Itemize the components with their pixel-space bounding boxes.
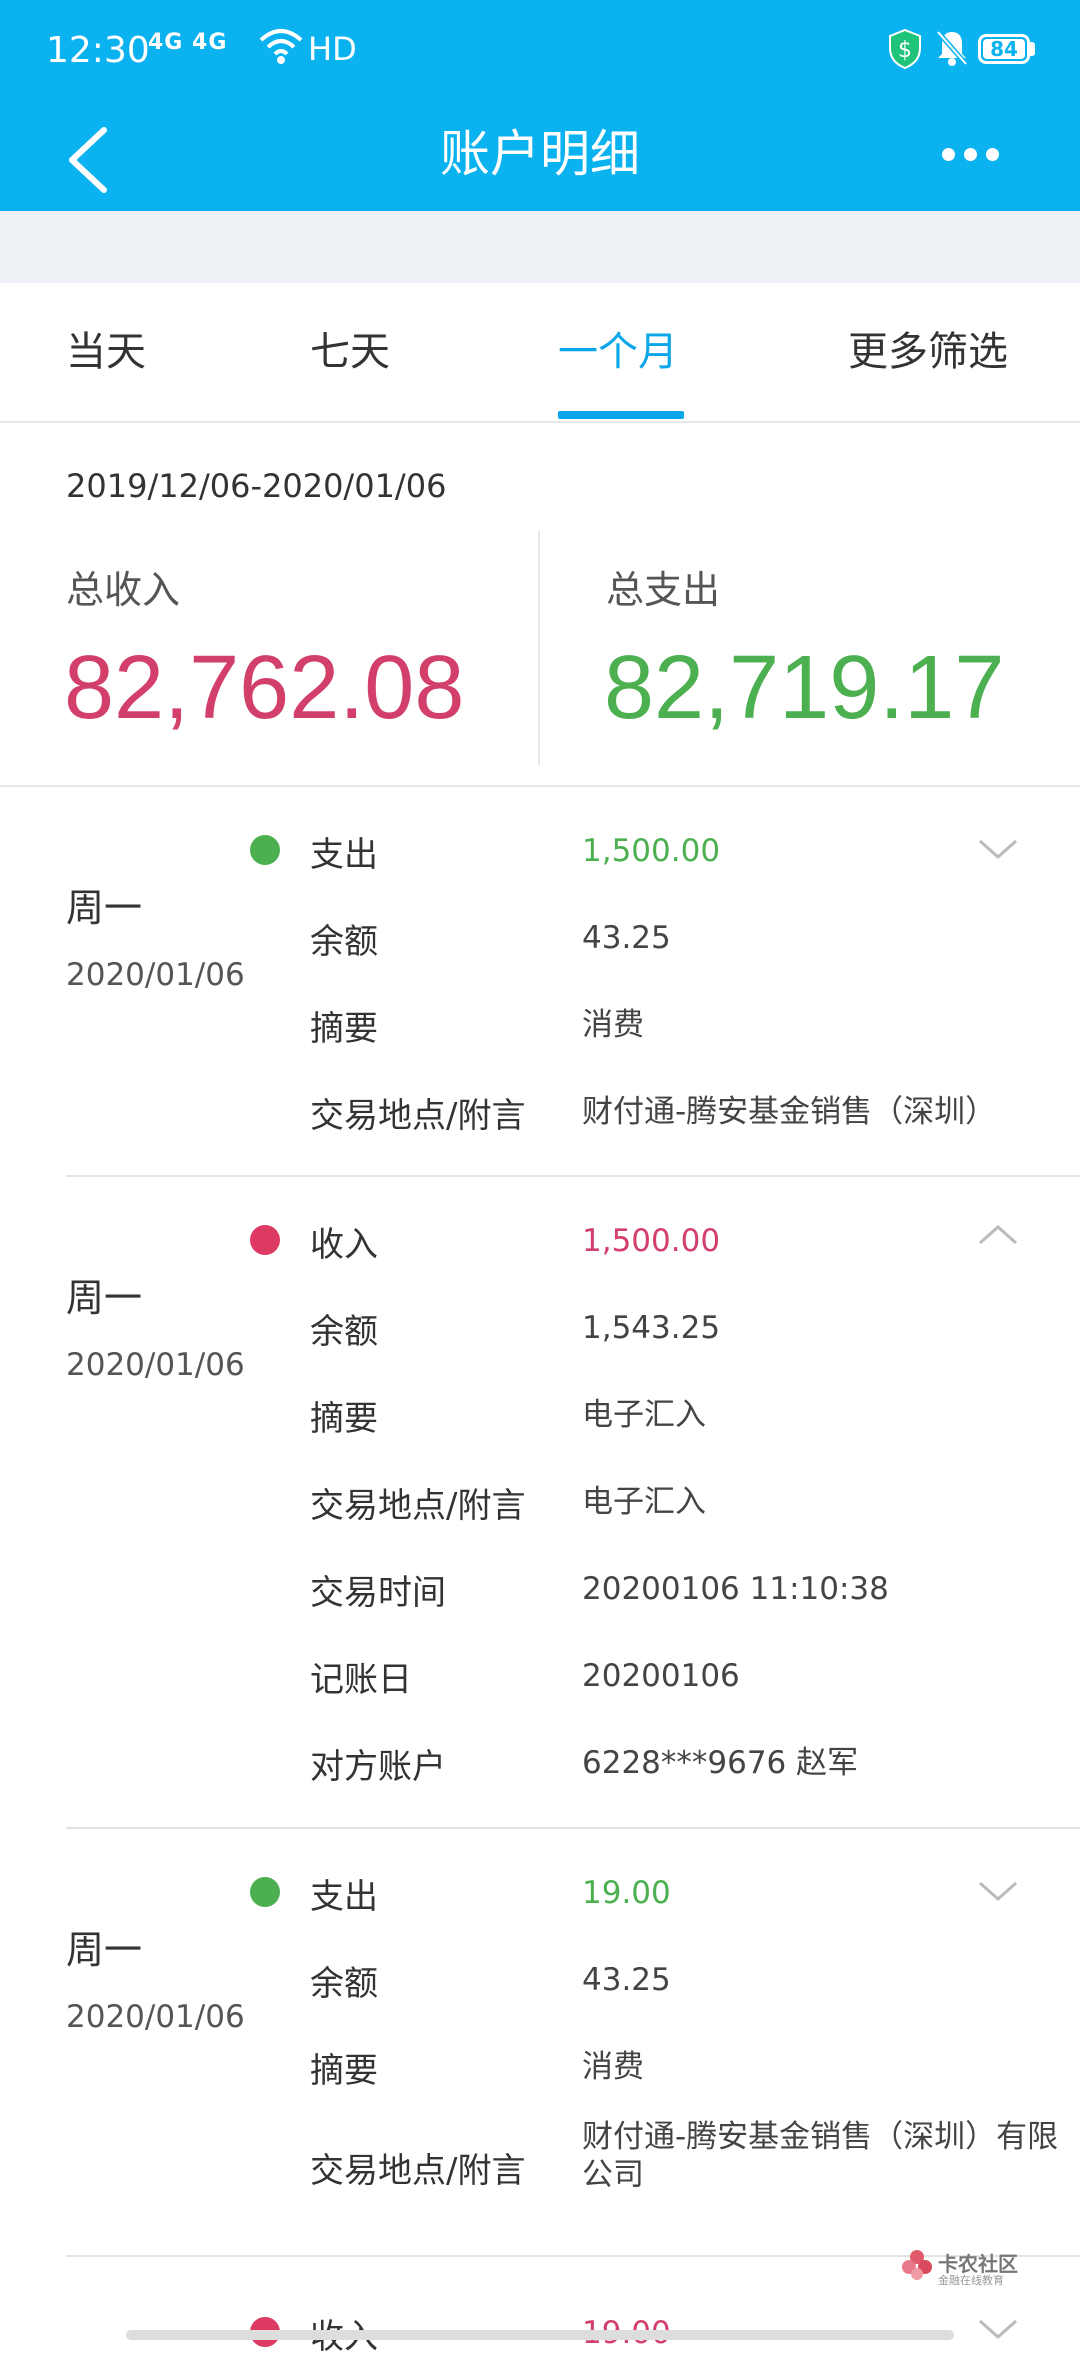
page-title: 账户明细	[440, 125, 640, 183]
record-weekday: 周一	[66, 1276, 143, 1320]
nav-header: 账户明细	[0, 104, 1080, 211]
more-dots-icon[interactable]	[930, 138, 1010, 168]
total-income-value: 82,762.08	[64, 638, 465, 738]
field-label: 余额	[310, 1312, 378, 1352]
transaction-record[interactable]: 周一 2020/01/06 支出 19.00 余额 43.25 摘要 消费 交易…	[0, 1829, 1080, 2257]
field-label: 摘要	[310, 2051, 378, 2091]
record-date: 2020/01/06	[66, 957, 245, 993]
record-balance: 43.25	[582, 920, 671, 956]
tab-one-month[interactable]: 一个月	[558, 283, 678, 421]
field-label: 支出	[310, 835, 378, 875]
status-bar: 12:30 4G 4G HD $ 84	[0, 0, 1080, 104]
active-tab-indicator	[558, 411, 684, 419]
record-date: 2020/01/06	[66, 1999, 245, 2035]
status-time: 12:30	[46, 30, 150, 71]
summary-panel: 2019/12/06-2020/01/06 总收入 82,762.08 总支出 …	[0, 423, 1080, 787]
total-income-label: 总收入	[66, 568, 181, 612]
battery-icon: 84	[978, 34, 1030, 64]
scrollbar[interactable]	[126, 2330, 954, 2340]
chevron-up-icon[interactable]	[978, 1223, 1018, 1247]
record-location: 财付通-腾安基金销售（深圳）	[582, 1094, 997, 1130]
battery-level: 84	[990, 37, 1018, 61]
field-label: 交易地点/附言	[310, 1486, 526, 1526]
field-label: 余额	[310, 1964, 378, 2004]
date-range: 2019/12/06-2020/01/06	[66, 467, 447, 505]
tab-today[interactable]: 当天	[66, 283, 146, 421]
flower-logo-icon	[902, 2250, 932, 2280]
svg-text:$: $	[898, 38, 912, 63]
total-expense-label: 总支出	[606, 568, 721, 612]
watermark-logo: 卡农社区 金融在线教育	[900, 2248, 1030, 2288]
field-label: 余额	[310, 922, 378, 962]
chevron-down-icon[interactable]	[978, 2317, 1018, 2341]
field-label: 支出	[310, 1877, 378, 1917]
total-expense-value: 82,719.17	[604, 638, 1005, 738]
chevron-down-icon[interactable]	[978, 1879, 1018, 1903]
tab-more-filters[interactable]: 更多筛选	[848, 283, 1008, 421]
tab-seven-days[interactable]: 七天	[310, 283, 390, 421]
record-location: 电子汇入	[582, 1484, 706, 1520]
field-label: 收入	[310, 1225, 378, 1265]
expense-dot-icon	[250, 1877, 280, 1907]
field-label: 摘要	[310, 1399, 378, 1439]
top-bar: 12:30 4G 4G HD $ 84 账户明细	[0, 0, 1080, 211]
watermark-sub: 金融在线教育	[938, 2274, 1004, 2287]
field-label: 交易时间	[310, 1573, 446, 1613]
filter-tabs: 当天 七天 一个月 更多筛选	[0, 283, 1080, 423]
shield-dollar-icon: $	[888, 28, 922, 74]
record-date: 2020/01/06	[66, 1347, 245, 1383]
signal-icon: 4G 4G	[148, 30, 228, 55]
field-label: 交易地点/附言	[310, 2151, 526, 2191]
transaction-record[interactable]: 周一 2020/01/06 支出 1,500.00 余额 43.25 摘要 消费…	[0, 787, 1080, 1177]
field-label: 对方账户	[310, 1747, 446, 1787]
expense-dot-icon	[250, 835, 280, 865]
record-summary: 电子汇入	[582, 1397, 706, 1433]
record-balance: 1,543.25	[582, 1310, 721, 1346]
record-booking-date: 20200106	[582, 1658, 740, 1694]
hd-indicator: HD	[308, 30, 357, 68]
wifi-icon	[258, 26, 304, 70]
record-location: 财付通-腾安基金销售（深圳）有限公司	[582, 2119, 1059, 2193]
record-weekday: 周一	[66, 886, 143, 930]
record-time: 20200106 11:10:38	[582, 1571, 889, 1607]
transaction-record[interactable]: 周一 2020/01/06 收入 1,500.00 余额 1,543.25 摘要…	[0, 1177, 1080, 1829]
record-summary: 消费	[582, 2049, 644, 2085]
bell-muted-icon	[934, 28, 970, 72]
record-weekday: 周一	[66, 1928, 143, 1972]
spacer	[0, 211, 1080, 283]
field-label: 交易地点/附言	[310, 1096, 526, 1136]
record-counterparty: 6228***9676 赵军	[582, 1745, 859, 1781]
chevron-down-icon[interactable]	[978, 837, 1018, 861]
field-label: 记账日	[310, 1660, 412, 1700]
record-balance: 43.25	[582, 1962, 671, 1998]
income-dot-icon	[250, 1225, 280, 1255]
record-summary: 消费	[582, 1007, 644, 1043]
summary-divider	[538, 531, 540, 765]
field-label: 摘要	[310, 1009, 378, 1049]
